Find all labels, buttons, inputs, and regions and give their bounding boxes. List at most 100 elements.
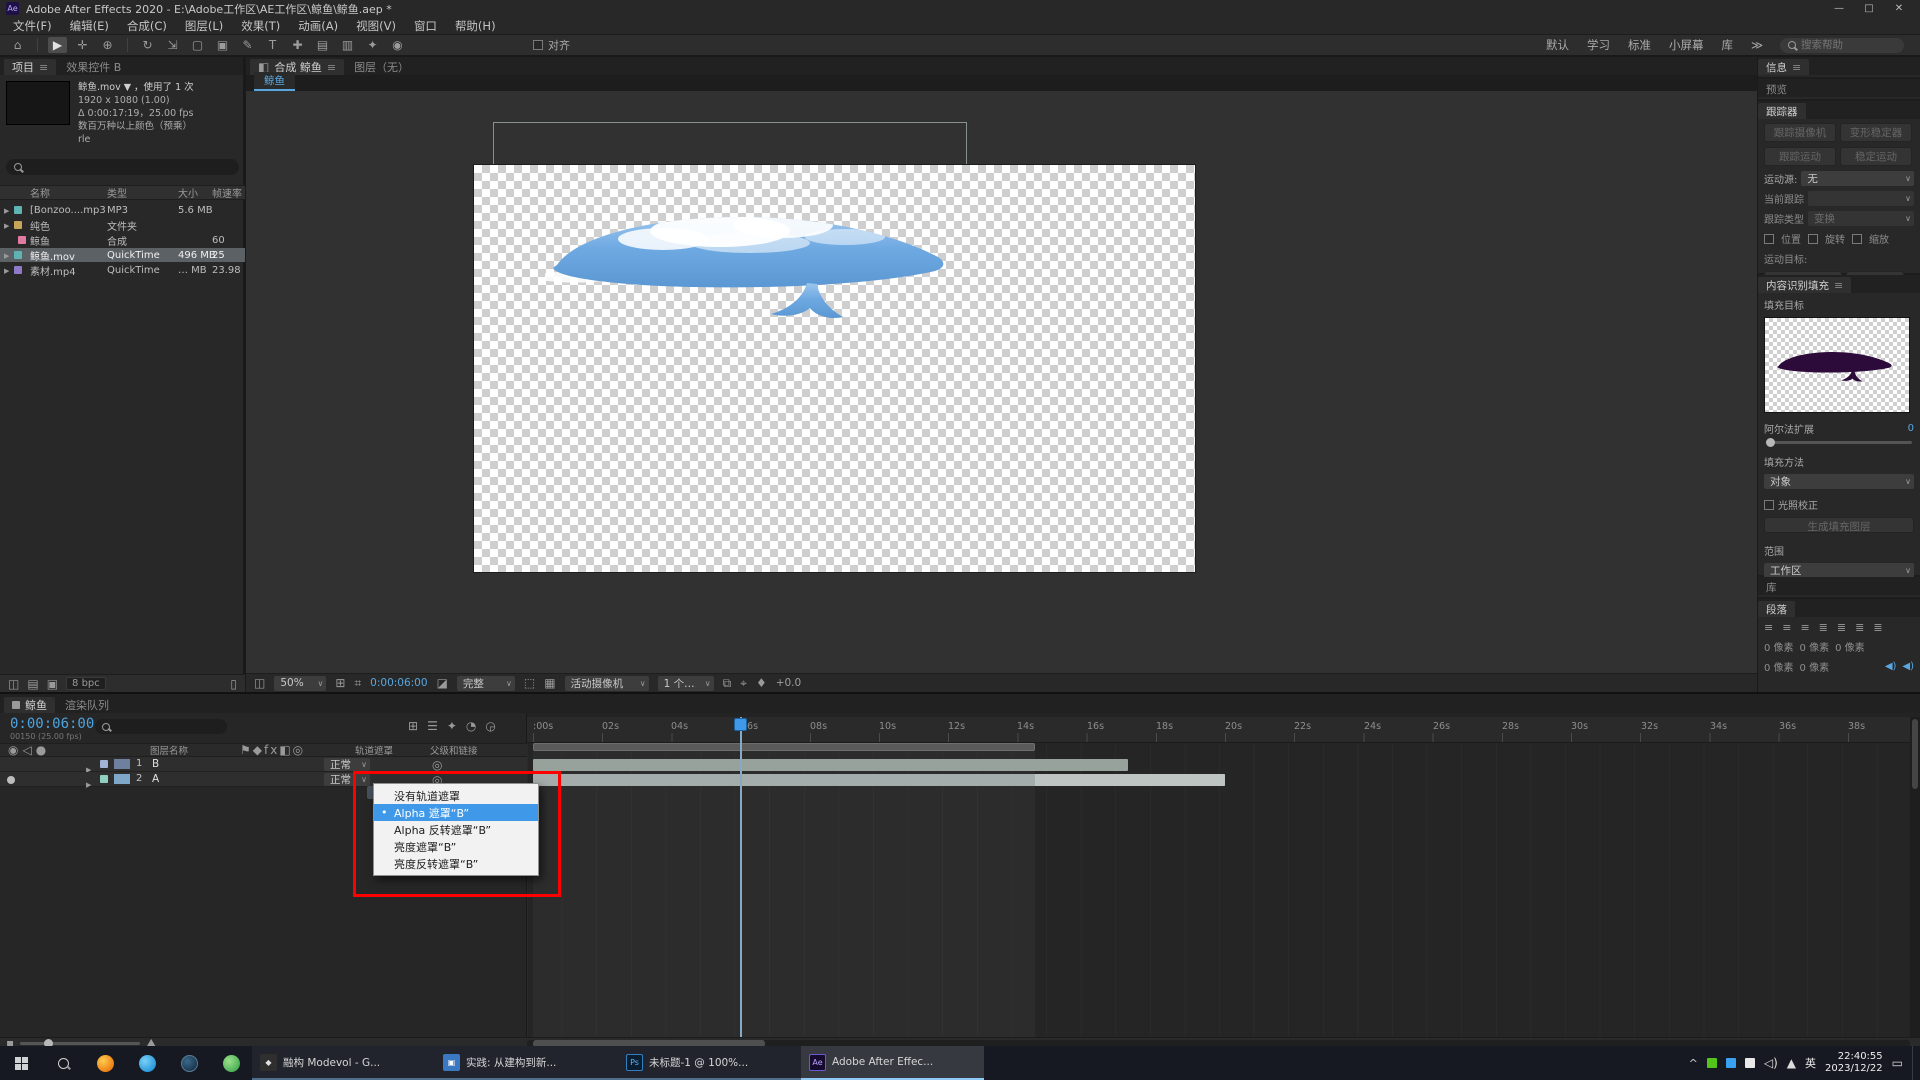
twirl-icon[interactable] xyxy=(4,250,9,261)
snapshot-icon[interactable]: ◪ xyxy=(437,677,448,689)
panel-menu-icon[interactable] xyxy=(39,61,48,74)
clone-stamp-tool-icon[interactable]: ▤ xyxy=(313,37,332,53)
justify-last-right-icon[interactable]: ≣ xyxy=(1855,621,1864,634)
motion-source-dropdown[interactable]: 无 xyxy=(1801,171,1914,186)
timeline-search-input[interactable] xyxy=(115,719,210,734)
col-type[interactable]: 类型 xyxy=(107,185,127,200)
grid-guides-icon[interactable]: ⊞ xyxy=(335,677,345,689)
eraser-tool-icon[interactable]: ▥ xyxy=(338,37,357,53)
slider-knob[interactable] xyxy=(1766,438,1775,447)
start-button[interactable] xyxy=(0,1046,42,1080)
work-area-bar[interactable] xyxy=(533,743,1035,751)
layer-label-chip[interactable] xyxy=(100,775,108,783)
type-tool-icon[interactable]: T xyxy=(263,37,282,53)
kinsoku-icon[interactable]: ◀) xyxy=(1885,661,1897,672)
taskbar-window-practice[interactable]: ▣ 实践: 从建构到新... xyxy=(435,1046,618,1080)
col-track-matte[interactable]: 轨道遮罩 xyxy=(355,743,393,757)
menu-composition[interactable]: 合成(C) xyxy=(118,17,176,35)
flowchart-icon[interactable]: ♦ xyxy=(756,677,767,689)
pan-behind-tool-icon[interactable]: ▢ xyxy=(188,37,207,53)
playhead-line[interactable] xyxy=(740,717,742,1037)
tab-layer[interactable]: 图层（无） xyxy=(346,59,417,75)
item-name[interactable]: 素材.mp4 xyxy=(30,263,76,278)
layer-name[interactable]: B xyxy=(152,758,159,770)
layer-name[interactable]: A xyxy=(152,773,159,785)
menu-edit[interactable]: 编辑(E) xyxy=(61,17,118,35)
timeline-zoom-slider[interactable] xyxy=(20,1042,140,1045)
indent-right-field[interactable]: 0 像素 xyxy=(1800,639,1830,654)
app-steam-icon[interactable] xyxy=(168,1046,210,1080)
item-name[interactable]: [Bonzoo....mp3 xyxy=(30,205,106,216)
alpha-expansion-slider[interactable] xyxy=(1766,441,1912,444)
mask-toggle-icon[interactable]: ⌗ xyxy=(354,677,361,689)
show-desktop-button[interactable] xyxy=(1912,1046,1916,1080)
track-camera-button[interactable]: 跟踪摄像机 xyxy=(1764,123,1836,142)
justify-last-center-icon[interactable]: ≣ xyxy=(1837,621,1846,634)
workspace-libraries[interactable]: 库 xyxy=(1712,37,1742,53)
item-name[interactable]: 纯色 xyxy=(30,218,50,233)
viewer-timecode[interactable]: 0:00:06:00 xyxy=(370,677,427,689)
tab-tracker[interactable]: 跟踪器 xyxy=(1758,103,1806,119)
shy-layers-icon[interactable]: ☰ xyxy=(427,720,438,732)
tab-caf[interactable]: 内容识别填充 xyxy=(1758,277,1851,293)
position-checkbox[interactable] xyxy=(1764,234,1774,244)
help-search[interactable] xyxy=(1780,38,1904,53)
project-item-audio[interactable]: [Bonzoo....mp3 MP3 5.6 MB xyxy=(0,203,245,217)
timeline-jump-icon[interactable]: ⌖ xyxy=(740,677,747,689)
panel-menu-icon[interactable] xyxy=(1834,279,1843,292)
col-layer-name[interactable]: 图层名称 xyxy=(150,743,188,757)
tray-expand-icon[interactable]: ^ xyxy=(1689,1057,1698,1070)
generate-fill-layer-button[interactable]: 生成填充图层 xyxy=(1764,517,1914,533)
pixel-aspect-icon[interactable]: ⧉ xyxy=(723,677,732,689)
project-search-input[interactable] xyxy=(28,160,208,175)
tab-render-queue[interactable]: 渲染队列 xyxy=(57,697,117,713)
tab-info[interactable]: 信息 xyxy=(1758,59,1809,75)
maximize-button[interactable]: □ xyxy=(1854,0,1884,17)
twirl-icon[interactable] xyxy=(4,265,9,276)
new-composition-icon[interactable]: ▣ xyxy=(47,678,58,690)
twirl-icon[interactable] xyxy=(4,220,9,231)
range-dropdown[interactable]: 工作区 xyxy=(1764,563,1914,578)
tab-preview[interactable]: 预览 xyxy=(1758,81,1795,97)
app-chat-icon[interactable] xyxy=(210,1046,252,1080)
timeline-vertical-scrollbar[interactable] xyxy=(1910,717,1920,1037)
align-right-icon[interactable]: ≡ xyxy=(1800,621,1809,634)
justify-all-icon[interactable]: ≣ xyxy=(1873,621,1882,634)
ime-indicator[interactable]: 英 xyxy=(1805,1055,1816,1071)
layer-row-b[interactable]: 1 B 正常 ◎ 无 xyxy=(0,757,527,772)
col-size[interactable]: 大小 xyxy=(178,185,198,200)
tray-app-icon-blue[interactable] xyxy=(1726,1058,1736,1068)
menu-layer[interactable]: 图层(L) xyxy=(176,17,232,35)
track-motion-button[interactable]: 跟踪运动 xyxy=(1764,147,1836,166)
tab-effect-controls[interactable]: 效果控件 B xyxy=(58,59,129,75)
browser-firefox-icon[interactable] xyxy=(84,1046,126,1080)
indent-left-field[interactable]: 0 像素 xyxy=(1764,639,1794,654)
layer-bar-a[interactable] xyxy=(533,774,1225,786)
tab-timeline-comp[interactable]: 鲸鱼 xyxy=(4,697,55,713)
alpha-expansion-value[interactable]: 0 xyxy=(1908,423,1914,434)
timeline-timecode[interactable]: 0:00:06:00 xyxy=(10,716,94,732)
layer-bar-b[interactable] xyxy=(533,759,1128,771)
project-item-comp[interactable]: 鲸鱼 合成 60 xyxy=(0,233,245,247)
item-name[interactable]: 鲸鱼.mov xyxy=(30,248,75,263)
workspace-default[interactable]: 默认 xyxy=(1537,37,1578,53)
transparency-grid-icon[interactable]: ▦ xyxy=(544,677,555,689)
lighting-correction-checkbox[interactable] xyxy=(1764,500,1774,510)
composition-canvas[interactable] xyxy=(474,165,1195,572)
roi-icon[interactable]: ⬚ xyxy=(524,677,535,689)
warp-stabilizer-button[interactable]: 变形稳定器 xyxy=(1840,123,1912,142)
exposure-value[interactable]: +0.0 xyxy=(776,677,802,689)
help-search-input[interactable] xyxy=(1801,39,1896,51)
panel-menu-icon[interactable] xyxy=(1792,61,1801,74)
space-before-field[interactable]: 0 像素 xyxy=(1764,659,1794,674)
new-folder-icon[interactable]: ▤ xyxy=(27,678,38,690)
mini-flowchart-icon[interactable]: ⊞ xyxy=(408,720,418,732)
workspace-standard[interactable]: 标准 xyxy=(1619,37,1660,53)
timeline-graph-area[interactable] xyxy=(527,743,1910,1037)
stabilize-motion-button[interactable]: 稳定运动 xyxy=(1840,147,1912,166)
puppet-pin-tool-icon[interactable]: ◉ xyxy=(388,37,407,53)
rotation-tool-icon[interactable]: ↻ xyxy=(138,37,157,53)
menu-animation[interactable]: 动画(A) xyxy=(289,17,347,35)
space-after-field[interactable]: 0 像素 xyxy=(1800,659,1830,674)
blend-mode-dropdown[interactable]: 正常 xyxy=(324,758,370,771)
